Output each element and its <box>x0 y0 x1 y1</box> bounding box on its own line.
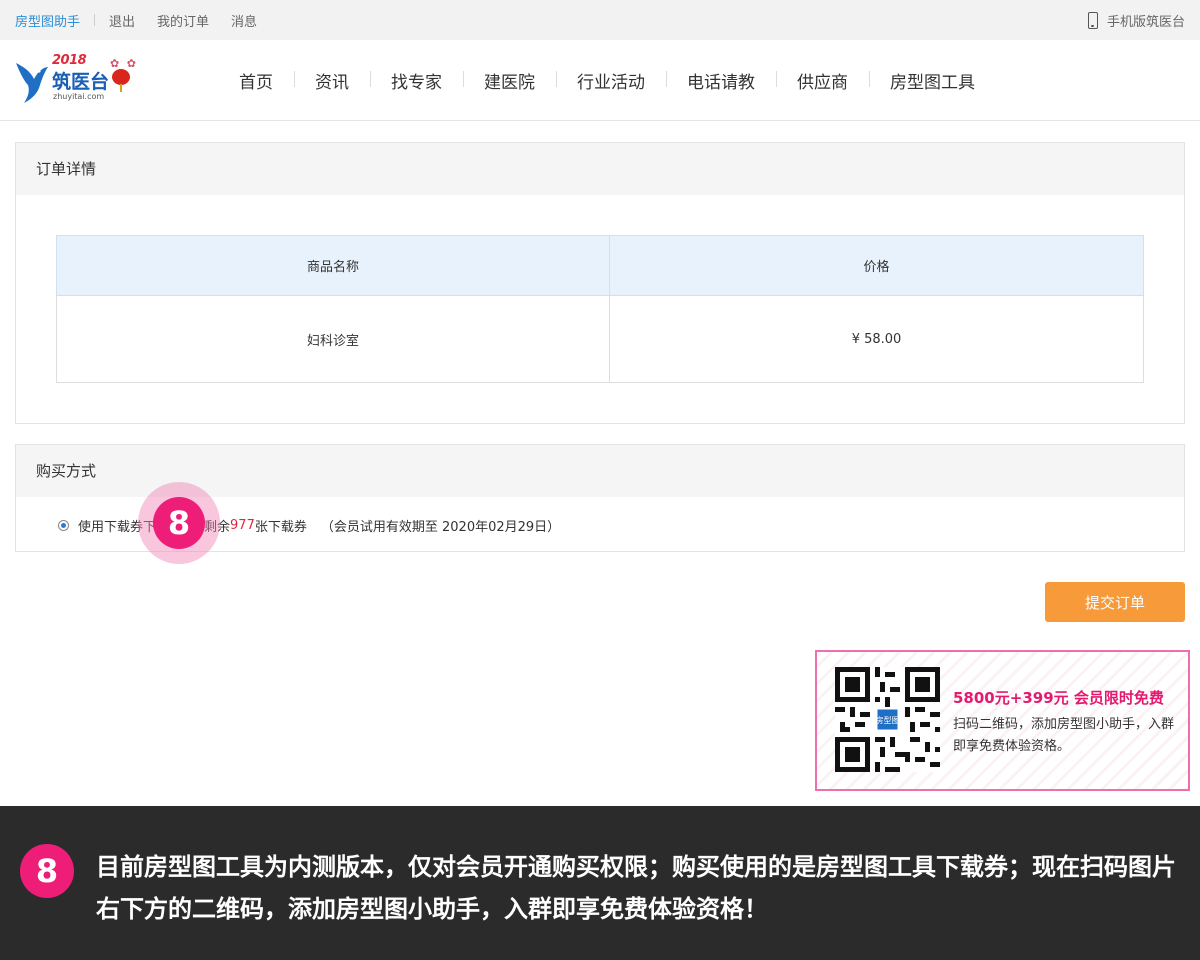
divider <box>94 14 96 26</box>
instruction-caption: 8 目前房型图工具为内测版本，仅对会员开通购买权限；购买使用的是房型图工具下载券… <box>0 806 1200 960</box>
column-header-price: 价格 <box>609 235 1144 296</box>
product-name-cell: 妇科诊室 <box>56 295 610 383</box>
column-header-product: 商品名称 <box>56 235 610 296</box>
nav-item-experts[interactable]: 找专家 <box>370 68 463 93</box>
trial-expiry-note: （会员试用有效期至 2020年02月29日） <box>320 520 561 535</box>
logo-year: 2018 <box>52 53 87 68</box>
nav-item-events[interactable]: 行业活动 <box>556 68 666 93</box>
price-cell: ¥ 58.00 <box>609 295 1144 383</box>
voucher-option[interactable]: 使用下载券下 剩余 977 张下载券 （会员试用有效期至 2020年02月29日… <box>58 516 560 535</box>
messages-link[interactable]: 消息 <box>231 11 257 30</box>
qr-code-icon: 房型图 <box>835 667 940 772</box>
site-header: 2018 ✿ ✿ 筑医台 zhuyitai.com 首页 资讯 找专家 建医院 … <box>0 40 1200 121</box>
nav-item-suppliers[interactable]: 供应商 <box>776 68 869 93</box>
main-nav: 首页 资讯 找专家 建医院 行业活动 电话请教 供应商 房型图工具 <box>218 40 996 121</box>
nav-item-home[interactable]: 首页 <box>218 68 294 93</box>
nav-item-build-hospital[interactable]: 建医院 <box>463 68 556 93</box>
submit-order-button[interactable]: 提交订单 <box>1045 582 1185 622</box>
table-header-row: 商品名称 价格 <box>56 235 1144 296</box>
step-badge: 8 <box>153 497 205 549</box>
blossom-decoration: ✿ ✿ <box>110 57 138 70</box>
order-details-panel: 订单详情 商品名称 价格 妇科诊室 ¥ 58.00 <box>15 142 1185 424</box>
mobile-version-link[interactable]: 手机版筑医台 <box>1087 0 1185 40</box>
site-logo[interactable]: 2018 ✿ ✿ 筑医台 zhuyitai.com <box>14 53 144 109</box>
logo-name: 筑医台 <box>52 71 110 93</box>
mobile-version-label: 手机版筑医台 <box>1106 14 1185 30</box>
top-utility-bar: 房型图助手 退出 我的订单 消息 手机版筑医台 <box>0 0 1200 40</box>
caption-text: 目前房型图工具为内测版本，仅对会员开通购买权限；购买使用的是房型图工具下载券；现… <box>96 853 1176 923</box>
svg-text:房型图: 房型图 <box>876 715 900 725</box>
promo-box: 房型图 5800元+399元 会员限时免费 扫码二维码，添加房型图小助手，入群即… <box>815 650 1190 791</box>
caption-step-badge: 8 <box>20 844 74 898</box>
voucher-radio[interactable] <box>58 520 69 531</box>
remaining-count: 977 <box>230 518 255 533</box>
brand-link[interactable]: 房型图助手 <box>15 11 80 30</box>
topbar-left: 房型图助手 退出 我的订单 消息 <box>15 0 279 40</box>
remaining-suffix: 张下载券 <box>254 520 307 535</box>
bird-logo-icon <box>16 63 48 103</box>
order-details-title: 订单详情 <box>16 143 1184 195</box>
order-table: 商品名称 价格 妇科诊室 ¥ 58.00 <box>56 235 1144 383</box>
promo-description: 扫码二维码，添加房型图小助手，入群即享免费体验资格。 <box>953 717 1175 754</box>
lantern-icon <box>112 69 130 92</box>
promo-headline: 5800元+399元 会员限时免费 <box>953 689 1164 707</box>
logout-link[interactable]: 退出 <box>109 11 135 30</box>
nav-item-news[interactable]: 资讯 <box>294 68 370 93</box>
logo-domain: zhuyitai.com <box>53 92 105 101</box>
table-row: 妇科诊室 ¥ 58.00 <box>56 295 1144 383</box>
nav-item-phone-consult[interactable]: 电话请教 <box>666 68 776 93</box>
phone-icon <box>1087 11 1098 29</box>
my-orders-link[interactable]: 我的订单 <box>157 11 209 30</box>
nav-item-floorplan-tool[interactable]: 房型图工具 <box>869 68 996 93</box>
